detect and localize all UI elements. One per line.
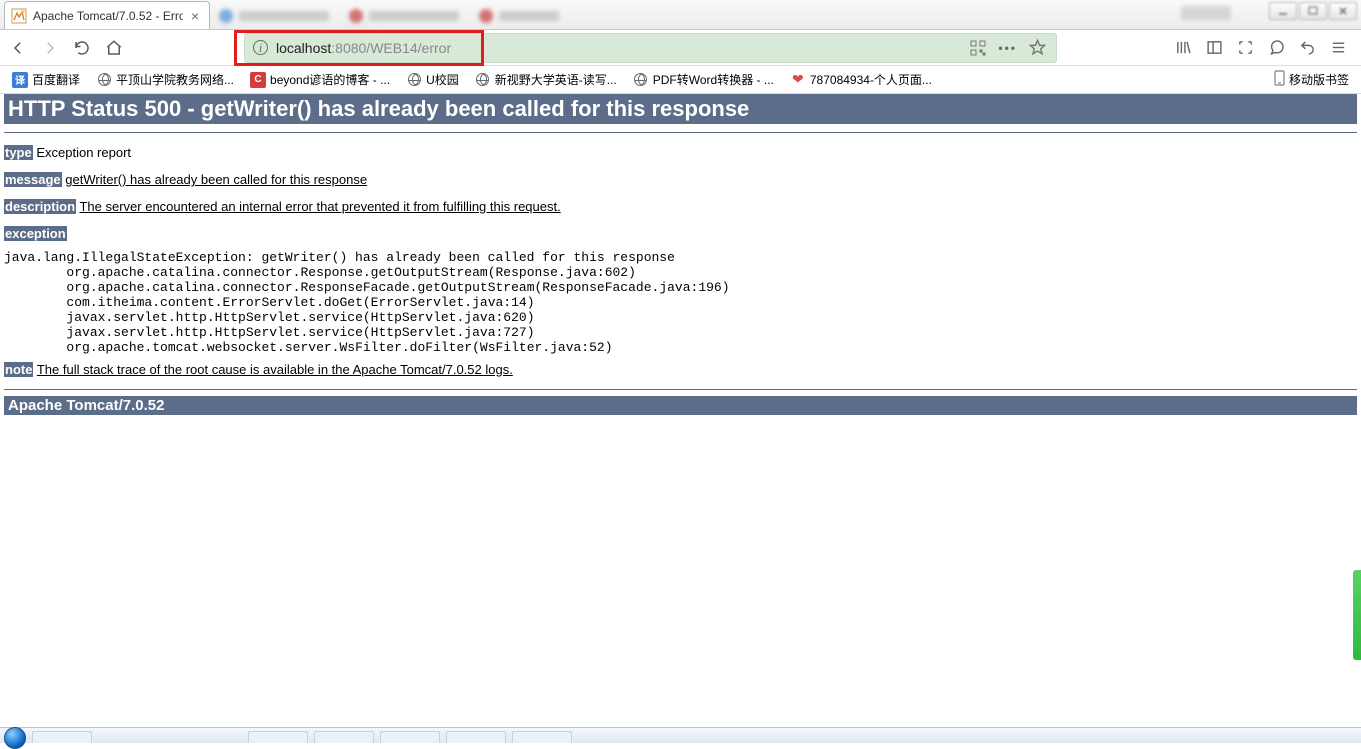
error-type-line: type Exception report [0,139,1361,166]
start-button[interactable] [4,727,26,749]
type-label: type [4,145,33,160]
browser-tab-inactive[interactable] [469,3,569,29]
forward-button[interactable] [38,36,62,60]
page-content: HTTP Status 500 - getWriter() has alread… [0,94,1361,415]
error-exception-line: exception [0,220,1361,247]
tab-close-button[interactable]: × [189,8,201,24]
more-icon[interactable]: ••• [998,41,1017,55]
message-label: message [4,172,62,187]
back-button[interactable] [6,36,30,60]
divider [4,389,1357,390]
browser-right-tools [1175,39,1355,56]
mobile-icon [1274,70,1285,89]
browser-toolbar: i localhost:8080/WEB14/error ••• [0,30,1361,66]
annotation-highlight [234,30,484,66]
bookmark-item-qq-profile[interactable]: ❤ 787084934-个人页面... [784,69,938,90]
window-close-button[interactable] [1329,2,1357,20]
stack-trace: java.lang.IllegalStateException: getWrit… [0,247,1361,356]
taskbar-item[interactable] [32,731,92,743]
bookmark-item-nhce[interactable]: 新视野大学英语-读写... [469,69,623,90]
bookmark-item-pdf[interactable]: PDF转Word转换器 - ... [627,69,780,90]
globe-icon [633,72,649,88]
address-bar-actions: ••• [970,39,1046,56]
undo-icon[interactable] [1299,39,1316,56]
browser-tab-active[interactable]: Apache Tomcat/7.0.52 - Erro × [4,1,210,29]
home-button[interactable] [102,36,126,60]
bookmark-star-icon[interactable] [1029,39,1046,56]
window-controls [1269,2,1357,20]
mobile-bookmarks-button[interactable]: 移动版书签 [1274,70,1355,89]
error-note-line: note The full stack trace of the root ca… [0,356,1361,383]
window-maximize-button[interactable] [1299,2,1327,20]
bookmark-item-baidu-translate[interactable]: 译 百度翻译 [6,69,86,90]
browser-tab-inactive[interactable] [339,3,469,29]
qr-icon[interactable] [970,40,986,56]
heart-icon: ❤ [790,72,806,88]
taskbar-item[interactable] [380,731,440,743]
globe-icon [475,72,491,88]
blurred-indicator [1181,6,1231,20]
menu-icon[interactable] [1330,39,1347,56]
taskbar-item[interactable] [248,731,308,743]
address-bar-container: i localhost:8080/WEB14/error ••• [244,33,1057,63]
bookmark-item-ucampus[interactable]: U校园 [400,69,465,90]
baidu-translate-icon: 译 [12,72,28,88]
description-value: The server encountered an internal error… [79,199,560,214]
window-minimize-button[interactable] [1269,2,1297,20]
sidebar-icon[interactable] [1206,39,1223,56]
screenshot-icon[interactable] [1237,39,1254,56]
exception-label: exception [4,226,67,241]
http-status-heading: HTTP Status 500 - getWriter() has alread… [4,94,1357,124]
tomcat-footer: Apache Tomcat/7.0.52 [4,396,1357,415]
message-value: getWriter() has already been called for … [65,172,367,187]
note-label: note [4,362,33,377]
bookmark-item-pdsu[interactable]: 平顶山学院教务网络... [90,69,240,90]
chat-icon[interactable] [1268,39,1285,56]
library-icon[interactable] [1175,39,1192,56]
taskbar-item[interactable] [314,731,374,743]
divider [4,132,1357,133]
taskbar-item[interactable] [512,731,572,743]
tomcat-favicon [11,8,27,24]
error-description-line: description The server encountered an in… [0,193,1361,220]
blog-c-icon: C [250,72,266,88]
note-value: The full stack trace of the root cause i… [37,362,513,377]
browser-tab-strip: Apache Tomcat/7.0.52 - Erro × [0,0,1361,30]
globe-icon [406,72,422,88]
bookmarks-toolbar: 译 百度翻译 平顶山学院教务网络... C beyond谚语的博客 - ... … [0,66,1361,94]
taskbar-item[interactable] [446,731,506,743]
reload-button[interactable] [70,36,94,60]
error-message-line: message getWriter() has already been cal… [0,166,1361,193]
windows-taskbar [0,727,1361,743]
type-value: Exception report [36,145,131,160]
tab-title: Apache Tomcat/7.0.52 - Erro [33,9,183,23]
globe-icon [96,72,112,88]
scroll-indicator [1353,570,1361,660]
bookmark-item-blog[interactable]: C beyond谚语的博客 - ... [244,69,396,90]
browser-tab-inactive[interactable] [209,3,339,29]
description-label: description [4,199,76,214]
